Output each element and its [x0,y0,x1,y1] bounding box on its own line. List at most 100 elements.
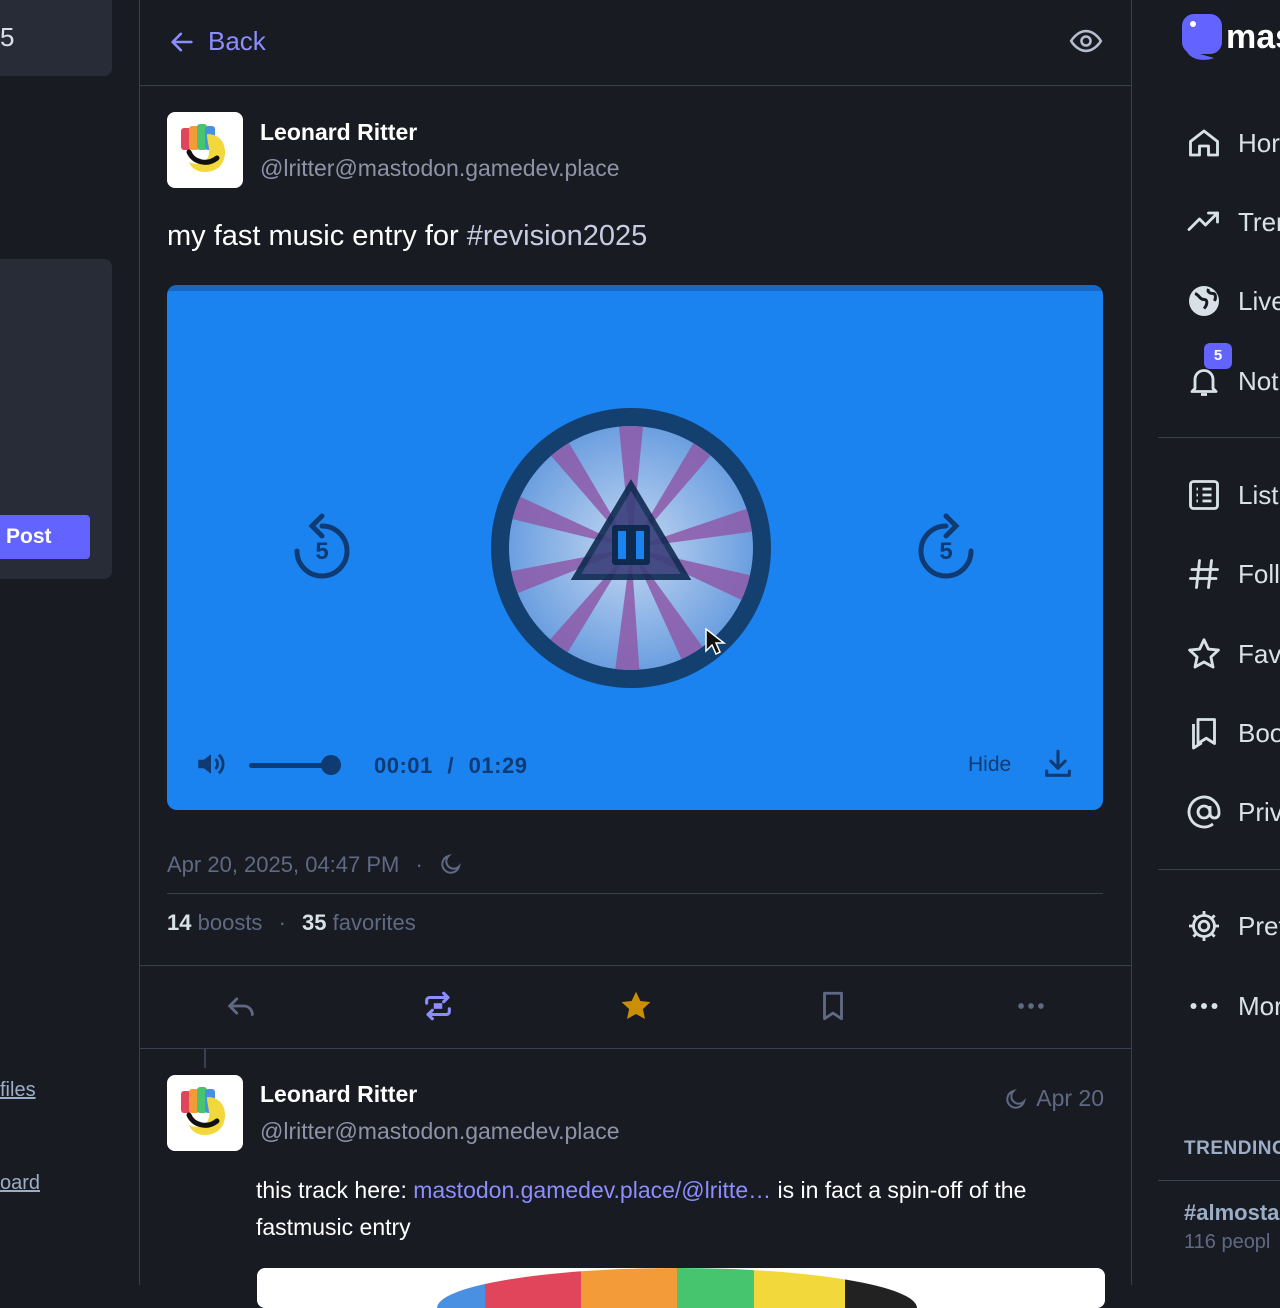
link-preview-card[interactable] [257,1268,1105,1308]
trending-header: TRENDING [1184,1138,1280,1159]
bookmark-icon [823,991,843,1021]
nav-label: Boo [1238,717,1280,748]
moon-icon [1006,1088,1027,1109]
left-link-files[interactable]: files [0,1079,36,1102]
favorites-count: 35 [302,910,327,935]
nav-bookmarks[interactable]: Boo [1186,715,1280,751]
left-column: 5 Post files oard [0,0,112,1285]
reply-text-before: this track here: [256,1177,414,1203]
time-separator: / [447,753,455,778]
forward-icon: 5 [918,513,974,579]
back-button[interactable]: Back [168,26,266,57]
boosts-count: 14 [167,910,192,935]
reply-icon [228,997,254,1016]
nav-followed-hashtags[interactable]: Foll [1186,556,1280,592]
rewind-5-button[interactable]: 5 [289,510,355,585]
at-icon [1187,795,1221,829]
favorites-label: favorites [332,910,416,935]
reply-date[interactable]: Apr 20 [1004,1085,1104,1112]
download-button[interactable] [1041,747,1075,786]
volume-slider[interactable] [249,763,329,768]
time-current: 00:01 [374,753,433,778]
download-icon [1045,749,1071,777]
volume-icon [198,753,225,775]
nav-preferences[interactable]: Pref [1186,908,1280,944]
boosts-stat[interactable]: 14 boosts [167,910,262,935]
eye-icon[interactable] [1067,24,1105,63]
audio-player[interactable]: 5 5 00:01 / 01:29 Hide [167,285,1103,810]
nav-notifications[interactable]: Not [1186,363,1278,399]
nav-favorites[interactable]: Fav [1186,636,1280,672]
avatar[interactable] [167,112,243,188]
reply-date-text: Apr 20 [1036,1085,1104,1111]
nav-label: Live [1238,285,1280,316]
star-outline-icon [1188,638,1220,669]
forward-seconds: 5 [939,538,952,565]
hashtag-icon [1189,559,1219,589]
nav-live[interactable]: Live [1186,283,1280,319]
post-text: my fast music entry for #revision2025 [167,220,647,253]
reply-button[interactable] [219,984,263,1028]
nav-home[interactable]: Hor [1186,125,1280,161]
right-sidebar: mast Hor Trer Live Not List Foll Fav Boo… [1158,0,1280,1285]
volume-button[interactable] [194,747,228,786]
boost-button[interactable] [416,984,460,1028]
trending-hashtag[interactable]: #almosta [1184,1200,1279,1226]
album-artwork [490,407,772,694]
hide-button[interactable]: Hide [968,753,1011,777]
more-button[interactable] [1009,984,1053,1028]
reply-author-name[interactable]: Leonard Ritter [260,1081,417,1108]
boosts-label: boosts [197,910,263,935]
divider [167,893,1103,894]
bookmarks-icon [1192,718,1216,750]
rewind-seconds: 5 [315,538,328,565]
nav-lists[interactable]: List [1186,477,1278,513]
nav-label: Trer [1238,206,1280,237]
forward-5-button[interactable]: 5 [913,510,979,585]
preview-image [437,1268,917,1308]
reply-link[interactable]: mastodon.gamedev.place/@lritte… [413,1177,771,1203]
home-icon [1189,129,1219,157]
author-handle[interactable]: @lritter@mastodon.gamedev.place [260,155,620,182]
thread-line [204,1048,206,1068]
main-column: Back Leonard Ritter @lritter@mastodon.ga… [139,0,1132,1308]
post-text-plain: my fast music entry for [167,220,467,252]
left-card: 5 [0,0,112,76]
volume-knob[interactable] [321,755,341,775]
left-number: 5 [0,22,15,52]
favorites-stat[interactable]: 35 favorites [302,910,416,935]
moon-icon [441,853,461,874]
trending-count: 116 peopl [1184,1231,1271,1253]
post-meta: Apr 20, 2025, 04:47 PM · [167,852,463,878]
reply-author-handle[interactable]: @lritter@mastodon.gamedev.place [260,1118,620,1145]
mastodon-logo[interactable]: mast [1180,10,1280,64]
nav-label: Hor [1238,127,1280,158]
gear-icon [1189,911,1219,941]
trending-divider [1158,1180,1280,1181]
stats-separator: · [278,910,286,935]
progress-bar[interactable] [167,285,1103,291]
nav-label: List [1238,479,1279,510]
column-header: Back [140,0,1131,86]
notification-badge: 5 [1204,343,1232,369]
boost-icon [425,991,451,1021]
action-bar [140,965,1131,1049]
hashtag-link[interactable]: #revision2025 [467,220,648,252]
post-timestamp[interactable]: Apr 20, 2025, 04:47 PM [167,852,399,877]
star-icon [621,991,651,1020]
mastodon-icon [1182,14,1222,60]
arrow-left-icon [171,32,193,51]
post-button[interactable]: Post [0,515,90,559]
reply-avatar[interactable] [167,1075,243,1151]
bookmark-button[interactable] [811,984,855,1028]
author-name[interactable]: Leonard Ritter [260,119,417,146]
favorite-button[interactable] [614,984,658,1028]
more-icon [1190,1003,1218,1009]
nav-private-mentions[interactable]: Priv [1186,794,1280,830]
meta-separator: · [415,852,423,877]
reply-text: this track here: mastodon.gamedev.place/… [256,1172,1106,1246]
nav-more[interactable]: Mor [1186,988,1280,1024]
time-total: 01:29 [468,753,528,778]
nav-trending[interactable]: Trer [1186,204,1280,240]
left-link-board[interactable]: oard [0,1172,40,1195]
